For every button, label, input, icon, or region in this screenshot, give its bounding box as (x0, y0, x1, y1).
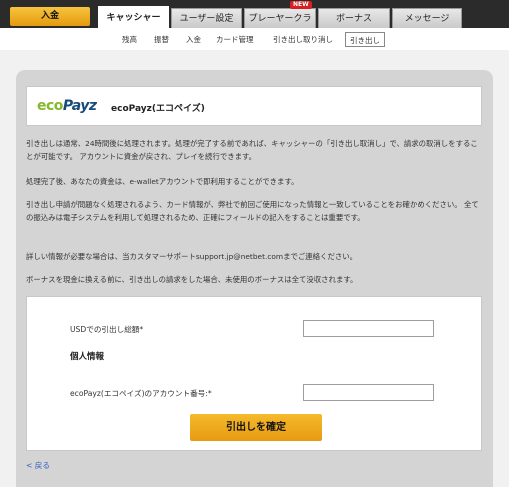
withdrawal-form: USDでの引出し総額* 個人情報 ecoPayz(エコペイズ)のアカウント番号:… (26, 296, 482, 451)
subnav-cancel-withdrawal[interactable]: 引き出し取り消し (273, 32, 333, 47)
back-link[interactable]: < 戻る (26, 460, 50, 471)
info-paragraph-processing: 引き出しは通常、24時間後に処理されます。処理が完了する前であれば、キャッシャー… (26, 139, 478, 161)
top-navigation: 入金 キャッシャー ユーザー設定 プレーヤークラブ NEW ボーナス メッセージ (0, 0, 509, 44)
personal-info-heading: 個人情報 (70, 352, 105, 362)
subnav-card-management[interactable]: カード管理 (216, 32, 254, 47)
amount-label: USDでの引出し総額* (70, 325, 144, 334)
payment-method-header: ecoPayz ecoPayz(エコペイズ) (26, 86, 482, 126)
payment-method-title: ecoPayz(エコペイズ) (111, 104, 205, 114)
info-paragraph-bonus: ボーナスを現金に換える前に、引き出しの請求をした場合、未使用のボーナスは全て没収… (26, 275, 358, 284)
new-badge: NEW (290, 1, 312, 9)
confirm-withdrawal-button[interactable]: 引出しを確定 (190, 414, 322, 441)
info-paragraph-card-info: 引き出し申請が問題なく処理されるよう、カード情報が、弊社で前回ご使用になった情報… (26, 200, 479, 222)
logo-payz-text: Payz (62, 98, 97, 114)
deposit-button[interactable]: 入金 (10, 7, 90, 26)
info-paragraph-completion: 処理完了後、あなたの資金は、e-walletアカウントで即利用することができます… (26, 177, 299, 186)
tab-messages[interactable]: メッセージ (392, 8, 462, 28)
cashier-subnav: 残高 振替 入金 カード管理 引き出し取り消し 引き出し (0, 28, 509, 50)
amount-input[interactable] (303, 320, 434, 337)
withdrawal-panel: ecoPayz ecoPayz(エコペイズ) 引き出しは通常、24時間後に処理さ… (16, 70, 493, 487)
account-number-label: ecoPayz(エコペイズ)のアカウント番号:* (70, 389, 212, 398)
subnav-balance[interactable]: 残高 (122, 32, 137, 47)
tab-player-club[interactable]: プレーヤークラブ (244, 8, 316, 44)
info-paragraph-support: 詳しい情報が必要な場合は、当カスタマーサポートsupport.jp@netbet… (26, 252, 358, 261)
account-number-input[interactable] (303, 384, 434, 401)
logo-eco-text: eco (37, 98, 63, 114)
subnav-withdrawal[interactable]: 引き出し (345, 32, 385, 47)
tab-bonus[interactable]: ボーナス (318, 8, 390, 28)
subnav-transfer[interactable]: 振替 (154, 32, 169, 47)
ecopayz-logo: ecoPayz (37, 98, 97, 114)
main-area: ecoPayz ecoPayz(エコペイズ) 引き出しは通常、24時間後に処理さ… (0, 50, 509, 487)
tab-user-settings[interactable]: ユーザー設定 (171, 8, 242, 28)
tab-cashier[interactable]: キャッシャー (98, 6, 169, 28)
subnav-deposit[interactable]: 入金 (186, 32, 201, 47)
